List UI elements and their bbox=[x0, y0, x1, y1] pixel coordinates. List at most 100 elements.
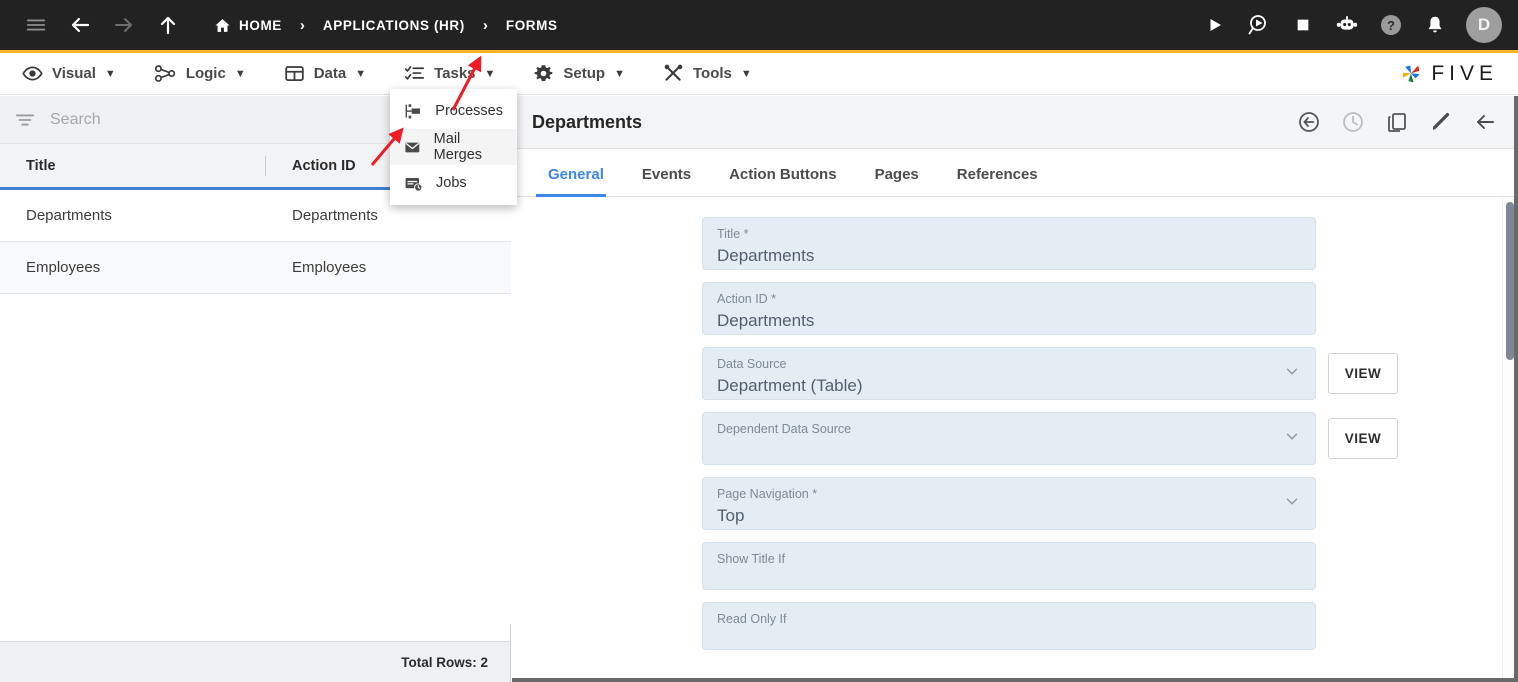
chevron-down-icon bbox=[1283, 492, 1301, 515]
dropdown-item-processes[interactable]: Processes bbox=[390, 93, 517, 129]
help-icon[interactable]: ? bbox=[1370, 3, 1412, 47]
home-icon bbox=[215, 18, 230, 32]
menu-item-data[interactable]: Data ▼ bbox=[268, 53, 382, 95]
page-navigation-select[interactable]: Page Navigation * Top bbox=[702, 477, 1316, 530]
breadcrumb-label: FORMS bbox=[505, 17, 558, 33]
menu-label: Tools bbox=[692, 65, 732, 82]
table-row[interactable]: Employees Employees bbox=[0, 242, 511, 294]
field-row-show-title-if: Show Title If bbox=[702, 542, 1518, 590]
cell-action-id: Employees bbox=[292, 259, 367, 276]
breadcrumb-item-forms[interactable]: FORMS bbox=[492, 18, 572, 33]
table-empty-area bbox=[0, 294, 511, 624]
field-value: Departments bbox=[717, 246, 815, 265]
chevron-down-icon: ▼ bbox=[614, 67, 625, 80]
copy-icon[interactable] bbox=[1380, 105, 1414, 139]
brand-logo: FIVE bbox=[1398, 61, 1518, 87]
menu-item-setup[interactable]: Setup ▼ bbox=[517, 53, 641, 95]
scrollbar-thumb[interactable] bbox=[1506, 202, 1514, 360]
dropdown-item-label: Mail Merges bbox=[433, 131, 483, 163]
detail-header: Departments bbox=[512, 96, 1518, 149]
form-fields-area: Title * Departments Action ID * Departme… bbox=[512, 197, 1518, 681]
breadcrumb-item-applications[interactable]: APPLICATIONS (HR) bbox=[309, 18, 479, 33]
chevron-down-icon: ▼ bbox=[355, 67, 367, 80]
dropdown-item-label: Jobs bbox=[436, 175, 467, 191]
robot-icon[interactable] bbox=[1326, 3, 1368, 47]
detail-tabs: General Events Action Buttons Pages Refe… bbox=[512, 149, 1518, 197]
field-row-action-id: Action ID * Departments bbox=[702, 282, 1518, 335]
tab-pages[interactable]: Pages bbox=[863, 166, 931, 196]
debug-icon[interactable] bbox=[1238, 3, 1280, 47]
field-row-data-source: Data Source Department (Table) VIEW bbox=[702, 347, 1518, 400]
table-icon bbox=[285, 66, 304, 81]
menu-item-logic[interactable]: Logic ▼ bbox=[138, 53, 262, 95]
menu-icon[interactable] bbox=[14, 3, 58, 47]
dependent-data-source-select[interactable]: Dependent Data Source bbox=[702, 412, 1316, 465]
view-data-source-button[interactable]: VIEW bbox=[1328, 353, 1398, 394]
chevron-down-icon: ▼ bbox=[234, 67, 246, 80]
menu-label: Tasks bbox=[434, 65, 476, 82]
field-label: Dependent Data Source bbox=[717, 422, 852, 436]
show-title-if-field[interactable]: Show Title If bbox=[702, 542, 1316, 590]
field-value: Departments bbox=[717, 311, 815, 330]
page-title: Departments bbox=[532, 111, 643, 132]
breadcrumb-label: HOME bbox=[239, 17, 282, 33]
field-row-page-navigation: Page Navigation * Top bbox=[702, 477, 1518, 530]
notifications-icon[interactable] bbox=[1414, 3, 1456, 47]
title-field[interactable]: Title * Departments bbox=[702, 217, 1316, 270]
back-icon[interactable] bbox=[58, 3, 102, 47]
field-label: Read Only If bbox=[717, 612, 787, 626]
forward-icon[interactable] bbox=[102, 3, 146, 47]
breadcrumb-label: APPLICATIONS (HR) bbox=[322, 17, 465, 33]
tools-icon bbox=[664, 64, 683, 81]
field-value: Department (Table) bbox=[717, 376, 863, 395]
undo-icon[interactable] bbox=[1292, 105, 1326, 139]
read-only-if-field[interactable]: Read Only If bbox=[702, 602, 1316, 650]
data-source-select[interactable]: Data Source Department (Table) bbox=[702, 347, 1316, 400]
total-rows-label: Total Rows: 2 bbox=[0, 641, 510, 682]
up-icon[interactable] bbox=[146, 3, 190, 47]
column-header-title[interactable]: Title bbox=[0, 143, 266, 189]
dropdown-item-mail-merges[interactable]: Mail Merges bbox=[390, 129, 517, 165]
application-menu-bar: Visual ▼ Logic ▼ Data ▼ Tasks ▼ Setup ▼ … bbox=[0, 53, 1518, 95]
tab-events[interactable]: Events bbox=[630, 166, 703, 196]
menu-item-visual[interactable]: Visual ▼ bbox=[6, 53, 132, 95]
field-label: Show Title If bbox=[717, 552, 786, 566]
tab-general[interactable]: General bbox=[536, 166, 616, 197]
logic-icon bbox=[154, 65, 175, 82]
menu-label: Visual bbox=[52, 65, 96, 82]
filter-icon bbox=[15, 114, 35, 125]
view-dependent-data-source-button[interactable]: VIEW bbox=[1328, 418, 1398, 459]
field-row-dependent-data-source: Dependent Data Source VIEW bbox=[702, 412, 1518, 465]
avatar[interactable]: D bbox=[1466, 7, 1502, 43]
eye-icon bbox=[22, 66, 43, 81]
menu-item-tools[interactable]: Tools ▼ bbox=[647, 53, 768, 95]
edit-pencil-icon[interactable] bbox=[1424, 105, 1458, 139]
history-clock-icon[interactable] bbox=[1336, 105, 1370, 139]
field-label: Title * bbox=[717, 227, 749, 241]
menu-label: Setup bbox=[563, 65, 606, 82]
run-icon[interactable] bbox=[1194, 3, 1236, 47]
forms-table: Title Action ID Departments Departments … bbox=[0, 144, 511, 624]
field-row-title: Title * Departments bbox=[702, 217, 1518, 270]
field-label: Data Source bbox=[717, 357, 787, 371]
action-id-field[interactable]: Action ID * Departments bbox=[702, 282, 1316, 335]
top-right-actions: ? D bbox=[1194, 3, 1518, 47]
svg-text:?: ? bbox=[1387, 18, 1395, 33]
dropdown-item-jobs[interactable]: Jobs bbox=[390, 165, 517, 201]
chevron-down-icon bbox=[1283, 362, 1301, 385]
breadcrumb: HOME › APPLICATIONS (HR) › FORMS bbox=[200, 17, 572, 34]
dropdown-item-label: Processes bbox=[435, 103, 503, 119]
stop-icon[interactable] bbox=[1282, 3, 1324, 47]
breadcrumb-separator: › bbox=[482, 16, 488, 34]
back-arrow-icon[interactable] bbox=[1468, 105, 1502, 139]
tab-references[interactable]: References bbox=[945, 166, 1050, 196]
cell-title: Employees bbox=[26, 259, 101, 276]
breadcrumb-item-home[interactable]: HOME bbox=[200, 17, 296, 34]
processes-icon bbox=[405, 103, 421, 118]
detail-action-buttons bbox=[1292, 105, 1502, 139]
five-pinwheel-icon bbox=[1402, 65, 1420, 82]
top-nav-buttons bbox=[0, 3, 190, 47]
tab-action-buttons[interactable]: Action Buttons bbox=[717, 166, 848, 196]
menu-label: Logic bbox=[185, 65, 226, 82]
field-row-read-only-if: Read Only If bbox=[702, 602, 1518, 650]
